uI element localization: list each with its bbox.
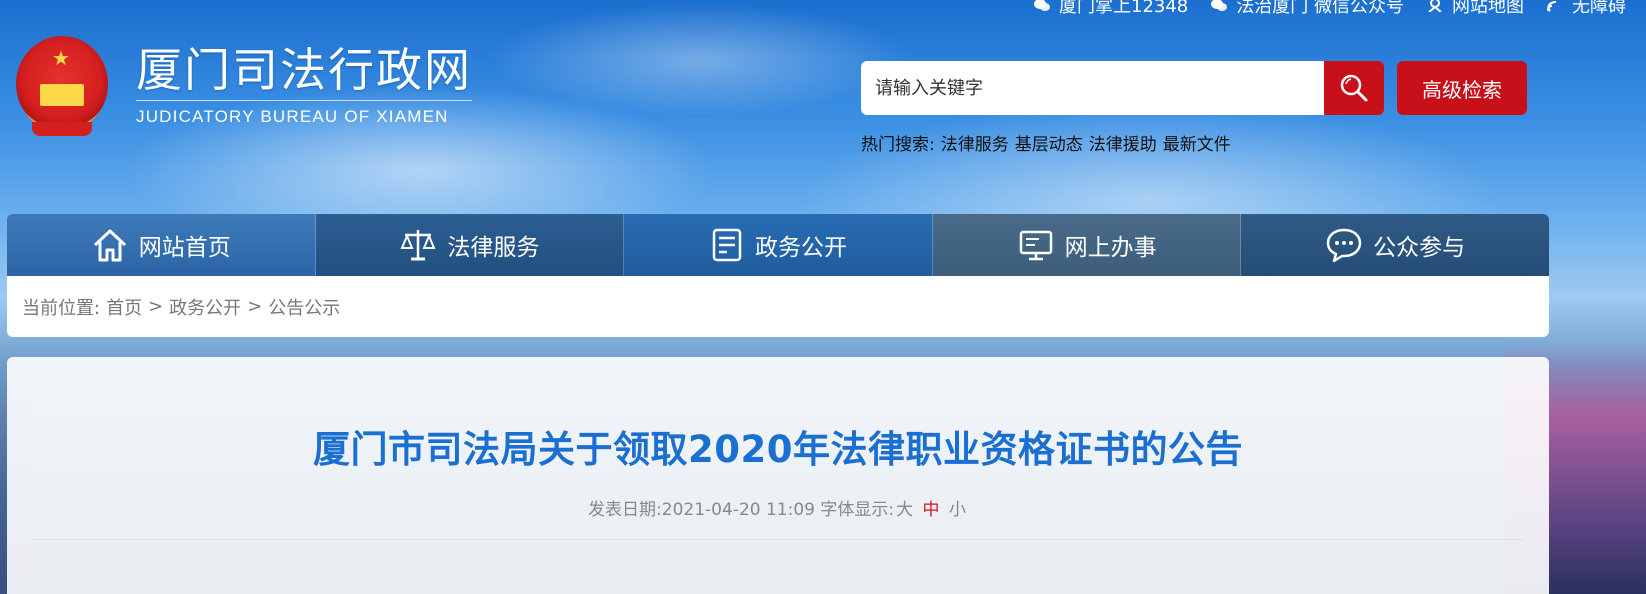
article-panel: 厦门市司法局关于领取2020年法律职业资格证书的公告 发表日期:2021-04-… xyxy=(7,357,1549,594)
search-button[interactable] xyxy=(1324,61,1384,115)
hot-search-item[interactable]: 基层动态 xyxy=(1015,130,1083,155)
breadcrumb-separator: > xyxy=(148,296,164,317)
article-meta: 发表日期:2021-04-20 11:09 字体显示: 大 中 小 xyxy=(7,495,1549,520)
breadcrumb-separator: > xyxy=(247,296,263,317)
chat-icon xyxy=(1326,228,1362,263)
breadcrumb-item-government-affairs[interactable]: 政务公开 xyxy=(169,294,241,320)
advanced-search-button[interactable]: 高级检索 xyxy=(1397,61,1527,115)
top-links: 厦门掌上12348 法治厦门 微信公众号 网站地图 无障碍 xyxy=(1033,0,1626,18)
hot-search: 热门搜索: 法律服务 基层动态 法律援助 最新文件 xyxy=(861,130,1231,155)
hot-search-item[interactable]: 法律服务 xyxy=(941,130,1009,155)
top-link-accessibility[interactable]: 无障碍 xyxy=(1546,0,1626,18)
nav-item-government-affairs[interactable]: 政务公开 xyxy=(624,214,933,276)
document-icon xyxy=(712,228,742,262)
main-nav: 网站首页 法律服务 政务公开 网上办事 公众参与 xyxy=(7,214,1549,276)
breadcrumb: 当前位置: 首页 > 政务公开 > 公告公示 xyxy=(7,276,1549,337)
top-link-mobile-12348[interactable]: 厦门掌上12348 xyxy=(1033,0,1188,18)
nav-label: 法律服务 xyxy=(447,235,540,261)
scale-icon xyxy=(400,230,436,261)
logo-text: 厦门司法行政网 JUDICATORY BUREAU OF XIAMEN xyxy=(136,44,472,127)
nav-item-online-services[interactable]: 网上办事 xyxy=(932,214,1242,276)
wechat-icon xyxy=(1211,0,1228,11)
top-link-label: 网站地图 xyxy=(1452,0,1524,17)
font-size-large[interactable]: 大 xyxy=(896,500,913,520)
hot-search-label: 热门搜索: xyxy=(861,135,935,155)
breadcrumb-item-announcements[interactable]: 公告公示 xyxy=(268,294,340,320)
wechat-icon xyxy=(1034,0,1050,11)
site-title: 厦门司法行政网 xyxy=(136,43,472,97)
nav-item-public-participation[interactable]: 公众参与 xyxy=(1241,214,1549,276)
site-subtitle: JUDICATORY BUREAU OF XIAMEN xyxy=(136,100,472,127)
national-emblem-icon: ★ xyxy=(16,36,108,136)
hot-search-item[interactable]: 最新文件 xyxy=(1163,130,1231,155)
hot-search-item[interactable]: 法律援助 xyxy=(1089,130,1157,155)
nav-item-home[interactable]: 网站首页 xyxy=(7,214,316,276)
top-link-label: 厦门掌上12348 xyxy=(1059,0,1189,17)
nav-label: 公众参与 xyxy=(1373,235,1466,261)
font-size-small[interactable]: 小 xyxy=(949,500,966,520)
nav-label: 网上办事 xyxy=(1064,235,1157,261)
breadcrumb-item-home[interactable]: 首页 xyxy=(106,294,142,320)
divider xyxy=(31,539,1525,540)
font-size-label: 字体显示: xyxy=(820,500,895,520)
search-bar xyxy=(861,61,1384,115)
accessibility-icon xyxy=(1547,1,1557,12)
monitor-icon xyxy=(1019,230,1052,261)
sitemap-icon xyxy=(1428,0,1442,12)
nav-item-legal-services[interactable]: 法律服务 xyxy=(315,214,625,276)
site-logo[interactable]: ★ 厦门司法行政网 JUDICATORY BUREAU OF XIAMEN xyxy=(16,36,472,136)
search-icon xyxy=(1340,74,1368,102)
top-link-wechat-account[interactable]: 法治厦门 微信公众号 xyxy=(1210,0,1404,18)
publish-date-label: 发表日期: xyxy=(588,500,662,520)
top-link-sitemap[interactable]: 网站地图 xyxy=(1426,0,1524,18)
top-link-label: 无障碍 xyxy=(1572,0,1626,17)
nav-label: 网站首页 xyxy=(138,235,231,261)
nav-label: 政务公开 xyxy=(754,235,847,261)
search-input[interactable] xyxy=(861,61,1324,115)
article-title: 厦门市司法局关于领取2020年法律职业资格证书的公告 xyxy=(313,428,1243,471)
top-link-label: 法治厦门 微信公众号 xyxy=(1236,0,1404,17)
home-icon xyxy=(93,229,126,262)
font-size-medium[interactable]: 中 xyxy=(923,500,940,520)
breadcrumb-prefix: 当前位置: xyxy=(22,297,101,319)
publish-date: 2021-04-20 11:09 xyxy=(661,500,815,520)
